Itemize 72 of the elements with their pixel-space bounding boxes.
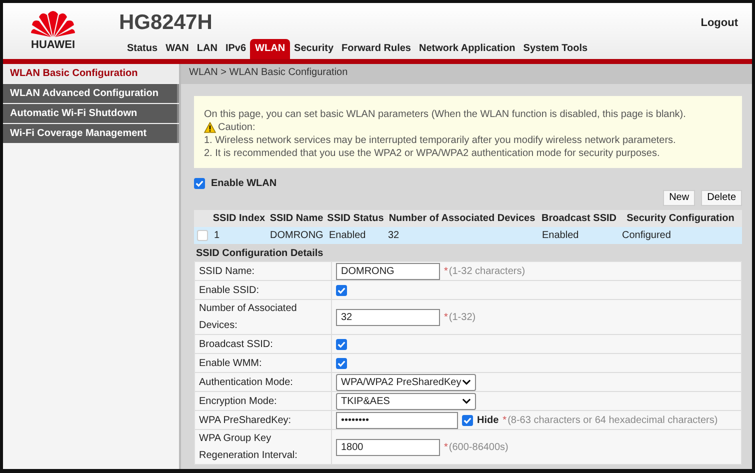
table-row[interactable]: 1 DOMRONG Enabled 32 Enabled Configured (194, 227, 742, 244)
dropdown[interactable]: TKIP&AES (336, 392, 476, 410)
sidebar-item[interactable]: WLAN Basic Configuration (3, 64, 179, 83)
model-title: HG8247H (119, 11, 212, 35)
checkbox[interactable] (336, 358, 347, 368)
action-button[interactable]: New (663, 190, 696, 206)
checkbox[interactable] (336, 338, 347, 350)
nav-tab[interactable]: WAN (162, 39, 193, 59)
hide-label: Hide (477, 414, 499, 426)
column-header: Number of Associated Devices (388, 212, 536, 226)
nav-tab[interactable]: IPv6 (221, 39, 250, 59)
field-label: Encryption Mode: (199, 396, 277, 406)
table-cell: Enabled (542, 230, 579, 241)
caution-point: 2. It is recommended that you use the WPA2 or WPA/WPA2 authentication mode for security purposes. (204, 147, 661, 160)
row-checkbox[interactable] (197, 230, 208, 241)
chevron-down-icon (462, 398, 471, 404)
breadcrumb: WLAN > WLAN Basic Configuration (189, 67, 348, 78)
field-label: WPA Group Key Regeneration Interval: (199, 433, 298, 461)
input-field[interactable]: •••••••• (336, 412, 458, 428)
enable-wlan-checkbox[interactable] (194, 178, 205, 189)
table-cell: Enabled (329, 230, 366, 241)
section-title: SSID Configuration Details (195, 247, 324, 261)
field-label: Number of Associated Devices: (199, 303, 297, 331)
required-mark: * (444, 442, 448, 452)
sidebar-item[interactable]: Automatic Wi-Fi Shutdown (3, 104, 179, 123)
action-button[interactable]: Delete (701, 190, 742, 206)
hint-text: (600-86400s) (448, 442, 508, 452)
warning-icon (204, 122, 216, 133)
column-header: SSID Index (212, 212, 266, 226)
column-header: Security Configuration (626, 212, 736, 226)
column-header: Broadcast SSID (540, 212, 618, 226)
nav-tab[interactable]: Network Application (414, 39, 520, 59)
field-label: Enable SSID: (199, 284, 260, 296)
logout-link[interactable]: Logout (700, 17, 738, 29)
dropdown[interactable]: WPA/WPA2 PreSharedKey (336, 374, 476, 390)
nav-tab[interactable]: LAN (192, 39, 222, 59)
field-label: WPA PreSharedKey: (199, 414, 292, 426)
chevron-down-icon (462, 379, 471, 385)
column-header: SSID Name (268, 212, 324, 226)
sidebar-item[interactable]: Wi-Fi Coverage Management (3, 124, 179, 143)
input-field[interactable]: 1800 (336, 438, 440, 456)
nav-tab[interactable]: System Tools (519, 39, 592, 59)
hint-text: (8-63 characters or 64 hexadecimal characters) (508, 414, 718, 426)
table-cell: 1 (214, 230, 220, 241)
caution-point: 1. Wireless network services may be interrupted temporarily after you modify wireless network parameters. (204, 134, 677, 147)
flower-logo-icon (30, 8, 76, 38)
field-label: Authentication Mode: (199, 376, 293, 388)
required-mark: * (502, 414, 507, 426)
notice-text: On this page, you can set basic WLAN parameters (When the WLAN function is disabled, this page is blank). (204, 108, 687, 121)
sidebar-item[interactable]: WLAN Advanced Configuration (3, 84, 179, 103)
nav-tab[interactable]: Status (123, 39, 162, 59)
enable-wlan-label: Enable WLAN (211, 178, 277, 189)
input-field[interactable]: DOMRONG (336, 262, 440, 280)
checkbox[interactable] (462, 414, 473, 426)
hint-text: (1-32) (448, 312, 476, 322)
nav-tab[interactable]: Forward Rules (338, 39, 415, 59)
column-header: SSID Status (326, 212, 385, 226)
nav-tab[interactable]: Security (290, 39, 338, 59)
table-cell: 32 (388, 230, 400, 241)
field-label: Enable WMM: (199, 358, 262, 368)
input-field[interactable]: 32 (336, 308, 440, 326)
required-mark: * (444, 266, 448, 276)
field-label: Broadcast SSID: (199, 338, 273, 350)
field-label: SSID Name: (199, 266, 255, 276)
brand-name: HUAWEI (31, 39, 75, 51)
checkbox[interactable] (336, 284, 347, 296)
caution-label: Caution: (218, 121, 256, 134)
table-cell: DOMRONG (270, 230, 324, 241)
hint-text: (1-32 characters) (448, 266, 526, 276)
nav-tab[interactable]: WLAN (250, 39, 290, 59)
table-cell: Configured (622, 230, 671, 241)
required-mark: * (444, 312, 448, 322)
